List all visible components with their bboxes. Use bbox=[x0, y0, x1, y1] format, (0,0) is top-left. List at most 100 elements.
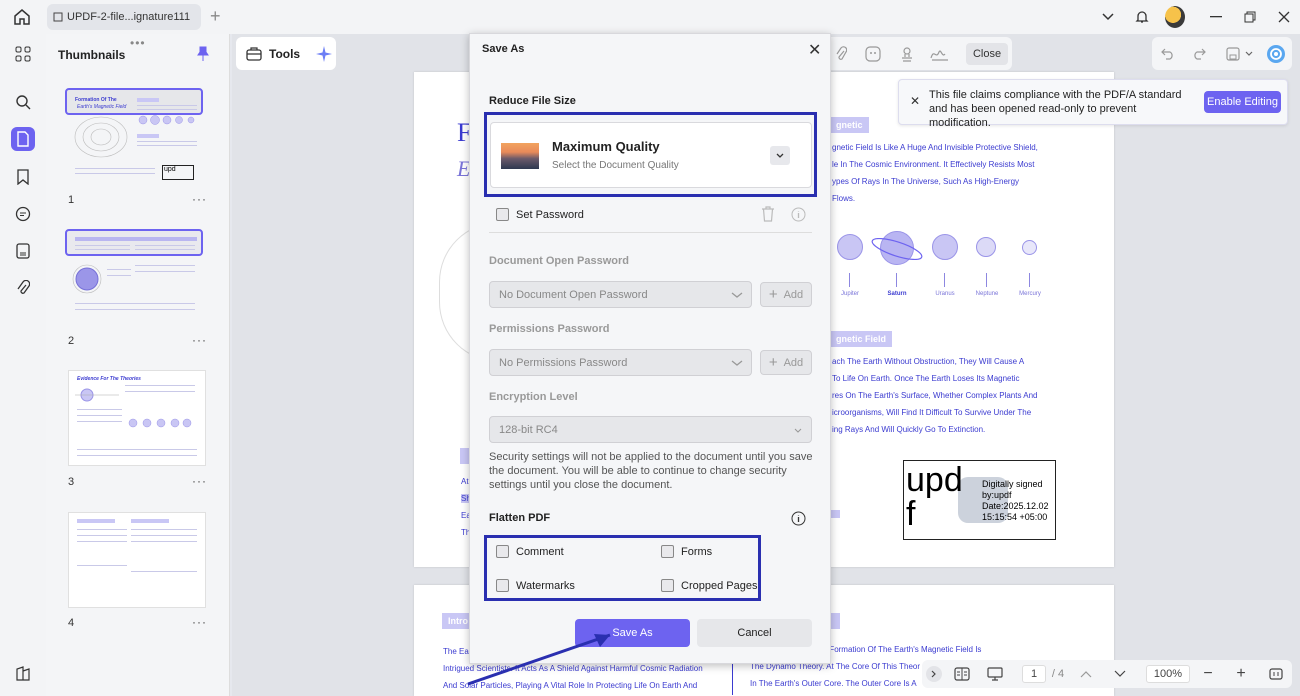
more-icon[interactable]: ··· bbox=[192, 474, 207, 488]
body-line: ach The Earth Without Obstruction, They … bbox=[832, 357, 1025, 366]
permissions-password-select[interactable]: No Permissions Password bbox=[489, 349, 752, 376]
cropped-pages-checkbox[interactable] bbox=[661, 579, 674, 592]
thumb-title: Evidence For The Theories bbox=[77, 376, 141, 382]
comment-label: Comment bbox=[516, 546, 564, 558]
pages-icon[interactable] bbox=[11, 239, 35, 263]
trash-icon[interactable] bbox=[761, 206, 775, 225]
open-password-select[interactable]: No Document Open Password bbox=[489, 281, 752, 308]
document-tab[interactable]: UPDF-2-file...ignature111 bbox=[47, 4, 201, 30]
page-thumbnail-4[interactable] bbox=[68, 512, 206, 608]
notice-message: This file claims compliance with the PDF… bbox=[929, 89, 1182, 129]
chevron-down-icon[interactable] bbox=[770, 146, 790, 165]
plus-icon: + bbox=[768, 354, 778, 371]
open-password-label: Document Open Password bbox=[489, 255, 629, 267]
watermarks-checkbox[interactable] bbox=[496, 579, 509, 592]
new-tab-icon[interactable]: + bbox=[210, 6, 221, 27]
save-options-chevron-icon[interactable] bbox=[1243, 44, 1255, 64]
permissions-password-label: Permissions Password bbox=[489, 323, 610, 335]
page-number-input[interactable]: 1 bbox=[1022, 665, 1046, 683]
chevron-down-icon bbox=[731, 292, 743, 298]
collapse-icon[interactable] bbox=[926, 666, 942, 682]
bookmark-icon[interactable] bbox=[11, 165, 35, 189]
close-window-icon[interactable] bbox=[1274, 7, 1294, 27]
comment-checkbox[interactable] bbox=[496, 545, 509, 558]
layers-icon[interactable] bbox=[11, 662, 35, 686]
chevron-down-icon bbox=[794, 428, 802, 433]
enable-editing-button[interactable]: Enable Editing bbox=[1204, 91, 1281, 113]
updf-ai-icon[interactable] bbox=[1265, 43, 1287, 65]
presentation-icon[interactable] bbox=[985, 665, 1005, 683]
next-page-icon[interactable] bbox=[1112, 665, 1128, 683]
add-open-password-button[interactable]: + Add bbox=[760, 282, 812, 307]
drag-handle[interactable]: ••• bbox=[130, 36, 146, 50]
zoom-out-icon[interactable]: − bbox=[1200, 665, 1216, 683]
zoom-in-icon[interactable]: + bbox=[1233, 665, 1249, 683]
page-thumbnail-3[interactable]: Evidence For The Theories bbox=[68, 370, 206, 466]
zoom-level[interactable]: 100% bbox=[1146, 665, 1190, 683]
sticker-icon[interactable] bbox=[863, 44, 883, 64]
redo-icon[interactable] bbox=[1189, 44, 1209, 64]
close-dialog-icon[interactable]: ✕ bbox=[808, 40, 821, 60]
tools-button[interactable]: Tools bbox=[236, 37, 336, 70]
quality-selector[interactable]: Maximum Quality Select the Document Qual… bbox=[490, 122, 812, 188]
more-icon[interactable]: ··· bbox=[192, 192, 207, 206]
dismiss-notice-icon[interactable]: ✕ bbox=[910, 94, 920, 108]
thumb-page-num: 3 bbox=[68, 476, 75, 488]
stamp-icon[interactable] bbox=[897, 44, 917, 64]
quality-subtitle: Select the Document Quality bbox=[552, 160, 679, 171]
ai-sparkle-icon[interactable] bbox=[315, 45, 333, 63]
planet-jupiter bbox=[837, 234, 863, 260]
forms-label: Forms bbox=[681, 546, 713, 558]
signature-details: Digitally signed by:updf Date:2025.12.02… bbox=[982, 479, 1049, 522]
save-icon[interactable] bbox=[1223, 44, 1243, 64]
page-thumbnail-1[interactable]: Formation Of The Earth's Magnetic Field … bbox=[65, 88, 203, 180]
info-icon[interactable] bbox=[791, 207, 806, 225]
restore-icon[interactable] bbox=[1240, 7, 1260, 27]
signature-icon[interactable] bbox=[930, 44, 950, 64]
add-permissions-password-button[interactable]: + Add bbox=[760, 350, 812, 375]
cancel-button[interactable]: Cancel bbox=[697, 619, 812, 647]
more-icon[interactable]: ··· bbox=[192, 615, 207, 629]
planet-label: Uranus bbox=[935, 291, 955, 297]
planet-uranus bbox=[932, 234, 958, 260]
encryption-level-select[interactable]: 128-bit RC4 bbox=[489, 416, 812, 443]
pin-icon[interactable] bbox=[196, 46, 210, 65]
page-thumbnail-2[interactable] bbox=[65, 229, 203, 310]
previous-page-icon[interactable] bbox=[1078, 665, 1094, 683]
chevron-down-icon[interactable] bbox=[1098, 7, 1118, 27]
fit-page-icon[interactable] bbox=[1267, 665, 1285, 683]
chevron-down-icon bbox=[731, 360, 743, 366]
encryption-level-value: 128-bit RC4 bbox=[499, 423, 558, 436]
home-icon[interactable] bbox=[12, 7, 34, 27]
thumbnails-icon[interactable] bbox=[11, 127, 35, 151]
avatar[interactable] bbox=[1165, 6, 1185, 28]
close-annotation-button[interactable]: Close bbox=[966, 43, 1008, 65]
toolbox-icon bbox=[246, 46, 262, 61]
body-line: icroorganisms, Will Find It Difficult To… bbox=[832, 408, 1032, 417]
digital-signature[interactable]: upd f Digitally signed by:updf Date:2025.… bbox=[903, 460, 1056, 540]
saturn-ring bbox=[871, 238, 923, 260]
set-password-checkbox[interactable] bbox=[496, 208, 509, 221]
document-tab-title: UPDF-2-file...ignature111 bbox=[67, 11, 191, 23]
arrow-annotation bbox=[467, 633, 611, 686]
search-icon[interactable] bbox=[11, 90, 35, 114]
forms-checkbox[interactable] bbox=[661, 545, 674, 558]
bell-icon[interactable] bbox=[1132, 7, 1152, 27]
attach-icon[interactable] bbox=[831, 44, 851, 64]
body-line: ypes Of Rays In The Universe, Such As Hi… bbox=[832, 177, 1020, 186]
minimize-icon[interactable] bbox=[1206, 7, 1226, 27]
comments-icon[interactable] bbox=[11, 202, 35, 226]
info-icon[interactable] bbox=[791, 511, 806, 529]
body-line: le In The Cosmic Environment. It Effecti… bbox=[832, 160, 1035, 169]
more-icon[interactable]: ··· bbox=[192, 333, 207, 347]
page-navigation-bar: 1 / 4 100% − + bbox=[922, 660, 1292, 688]
attachment-icon[interactable] bbox=[11, 276, 35, 300]
page-total: / 4 bbox=[1051, 668, 1065, 680]
title-bar: UPDF-2-file...ignature111 + bbox=[0, 0, 1300, 34]
undo-icon[interactable] bbox=[1158, 44, 1178, 64]
left-nav bbox=[0, 34, 46, 696]
page-layout-icon[interactable] bbox=[952, 665, 972, 683]
body-line: To Life On Earth. Once The Earth Loses I… bbox=[832, 374, 1020, 383]
thumb-title: Formation Of The bbox=[75, 97, 117, 103]
apps-icon[interactable] bbox=[11, 42, 35, 66]
